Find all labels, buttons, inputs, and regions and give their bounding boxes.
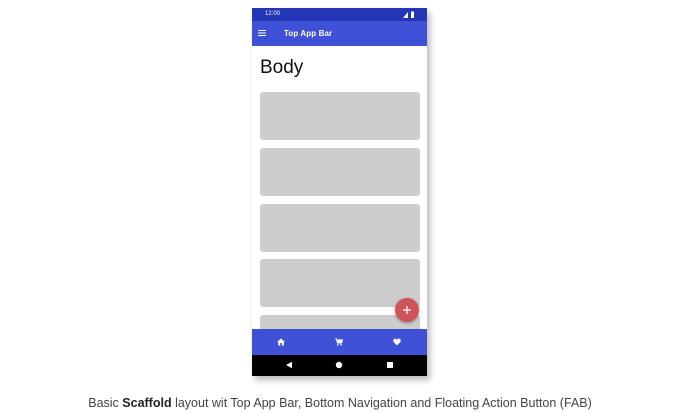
home-circle-icon	[335, 361, 343, 369]
battery-icon	[411, 11, 414, 18]
back-icon	[286, 361, 292, 369]
content-card[interactable]	[260, 148, 420, 196]
figure-caption: Basic Scaffold layout wit Top App Bar, B…	[0, 394, 680, 412]
app-bar-title: Top App Bar	[284, 29, 333, 38]
bottom-navigation	[252, 329, 427, 355]
fab-add-button[interactable]	[395, 298, 419, 322]
status-time: 12:00	[265, 11, 281, 17]
add-icon	[403, 306, 411, 314]
caption-suffix: layout wit Top App Bar, Bottom Navigatio…	[171, 396, 592, 410]
content-card[interactable]	[260, 92, 420, 140]
bottom-nav-item-favorites[interactable]	[368, 329, 426, 355]
signal-icon	[403, 12, 408, 18]
body-title: Body	[260, 57, 304, 78]
heart-icon	[393, 338, 401, 346]
status-icons	[403, 11, 414, 18]
content-card[interactable]	[260, 259, 420, 307]
top-app-bar: Top App Bar	[252, 21, 427, 46]
recents-icon	[387, 362, 393, 368]
bottom-nav-item-cart[interactable]	[310, 329, 368, 355]
home-icon	[277, 338, 285, 346]
status-bar: 12:00	[252, 8, 427, 21]
back-button[interactable]	[284, 360, 294, 370]
home-button[interactable]	[334, 360, 344, 370]
caption-bold: Scaffold	[122, 396, 172, 410]
phone-frame: 12:00 Top App Bar Body	[252, 8, 427, 376]
content-card[interactable]	[260, 204, 420, 252]
bottom-nav-item-home[interactable]	[252, 329, 310, 355]
caption-prefix: Basic	[88, 396, 123, 410]
system-navigation-bar	[252, 355, 427, 376]
recents-button[interactable]	[385, 360, 395, 370]
menu-icon[interactable]	[258, 29, 266, 37]
cart-icon	[335, 338, 343, 346]
